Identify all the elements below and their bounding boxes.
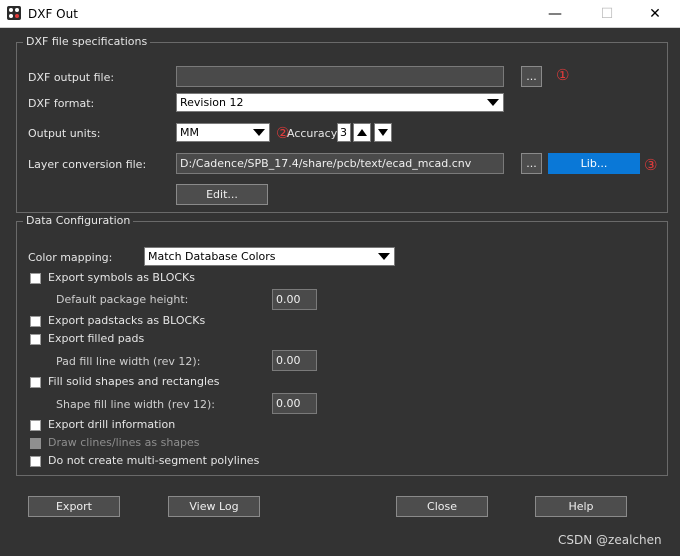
- layer-file-label: Layer conversion file:: [28, 158, 147, 171]
- title-bar: DXF Out — ☐ ✕: [0, 0, 680, 28]
- output-file-label: DXF output file:: [28, 71, 115, 84]
- export-padstacks-label: Export padstacks as BLOCKs: [48, 314, 206, 327]
- annotation-1: ①: [556, 66, 570, 84]
- pkg-height-label: Default package height:: [56, 293, 189, 306]
- export-drill-label: Export drill information: [48, 418, 176, 431]
- pad-fill-label: Pad fill line width (rev 12):: [56, 355, 201, 368]
- format-select[interactable]: Revision 12: [176, 93, 504, 112]
- chevron-down-icon: [487, 99, 499, 106]
- fill-solid-label: Fill solid shapes and rectangles: [48, 375, 220, 388]
- shape-fill-label: Shape fill line width (rev 12):: [56, 398, 215, 411]
- accuracy-value[interactable]: 3: [337, 123, 351, 142]
- color-mapping-select[interactable]: Match Database Colors: [144, 247, 395, 266]
- view-log-button[interactable]: View Log: [168, 496, 260, 517]
- units-select[interactable]: MM: [176, 123, 270, 142]
- layer-file-input[interactable]: D:/Cadence/SPB_17.4/share/pcb/text/ecad_…: [176, 153, 504, 174]
- no-polylines-checkbox[interactable]: [30, 456, 41, 467]
- chevron-down-icon: [253, 129, 265, 136]
- accuracy-up-button[interactable]: [353, 123, 371, 142]
- data-config-group-title: Data Configuration: [23, 214, 134, 228]
- dxf-spec-group-title: DXF file specifications: [23, 35, 151, 49]
- close-button[interactable]: Close: [396, 496, 488, 517]
- app-icon: [7, 6, 21, 20]
- close-window-icon[interactable]: ✕: [632, 2, 678, 26]
- chevron-down-icon: [378, 253, 390, 260]
- accuracy-label: Accuracy:: [287, 127, 341, 140]
- color-mapping-value: Match Database Colors: [148, 250, 276, 263]
- output-file-input[interactable]: [176, 66, 504, 87]
- draw-clines-label: Draw clines/lines as shapes: [48, 436, 200, 449]
- accuracy-spinner[interactable]: 3: [337, 123, 397, 142]
- lib-button[interactable]: Lib...: [548, 153, 640, 174]
- draw-clines-checkbox[interactable]: [30, 438, 41, 449]
- watermark: CSDN @zealchen: [558, 533, 662, 547]
- no-polylines-label: Do not create multi-segment polylines: [48, 454, 260, 467]
- arrow-down-icon: [378, 129, 388, 136]
- format-label: DXF format:: [28, 97, 95, 110]
- pad-fill-input[interactable]: 0.00: [272, 350, 317, 371]
- shape-fill-input[interactable]: 0.00: [272, 393, 317, 414]
- export-drill-checkbox[interactable]: [30, 420, 41, 431]
- help-button[interactable]: Help: [535, 496, 627, 517]
- export-padstacks-checkbox[interactable]: [30, 316, 41, 327]
- accuracy-down-button[interactable]: [374, 123, 392, 142]
- units-value: MM: [180, 126, 199, 139]
- units-label: Output units:: [28, 127, 101, 140]
- export-symbols-label: Export symbols as BLOCKs: [48, 271, 195, 284]
- fill-solid-checkbox[interactable]: [30, 377, 41, 388]
- export-filled-pads-label: Export filled pads: [48, 332, 145, 345]
- export-filled-pads-checkbox[interactable]: [30, 334, 41, 345]
- color-mapping-label: Color mapping:: [28, 251, 113, 264]
- edit-button[interactable]: Edit...: [176, 184, 268, 205]
- minimize-icon[interactable]: —: [532, 2, 578, 26]
- pkg-height-input[interactable]: 0.00: [272, 289, 317, 310]
- layer-file-browse-button[interactable]: ...: [521, 153, 542, 174]
- maximize-icon[interactable]: ☐: [584, 2, 630, 26]
- export-symbols-checkbox[interactable]: [30, 273, 41, 284]
- annotation-3: ③: [644, 156, 658, 174]
- arrow-up-icon: [357, 129, 367, 136]
- window-title: DXF Out: [28, 7, 78, 21]
- format-value: Revision 12: [180, 96, 244, 109]
- export-button[interactable]: Export: [28, 496, 120, 517]
- output-file-browse-button[interactable]: ...: [521, 66, 542, 87]
